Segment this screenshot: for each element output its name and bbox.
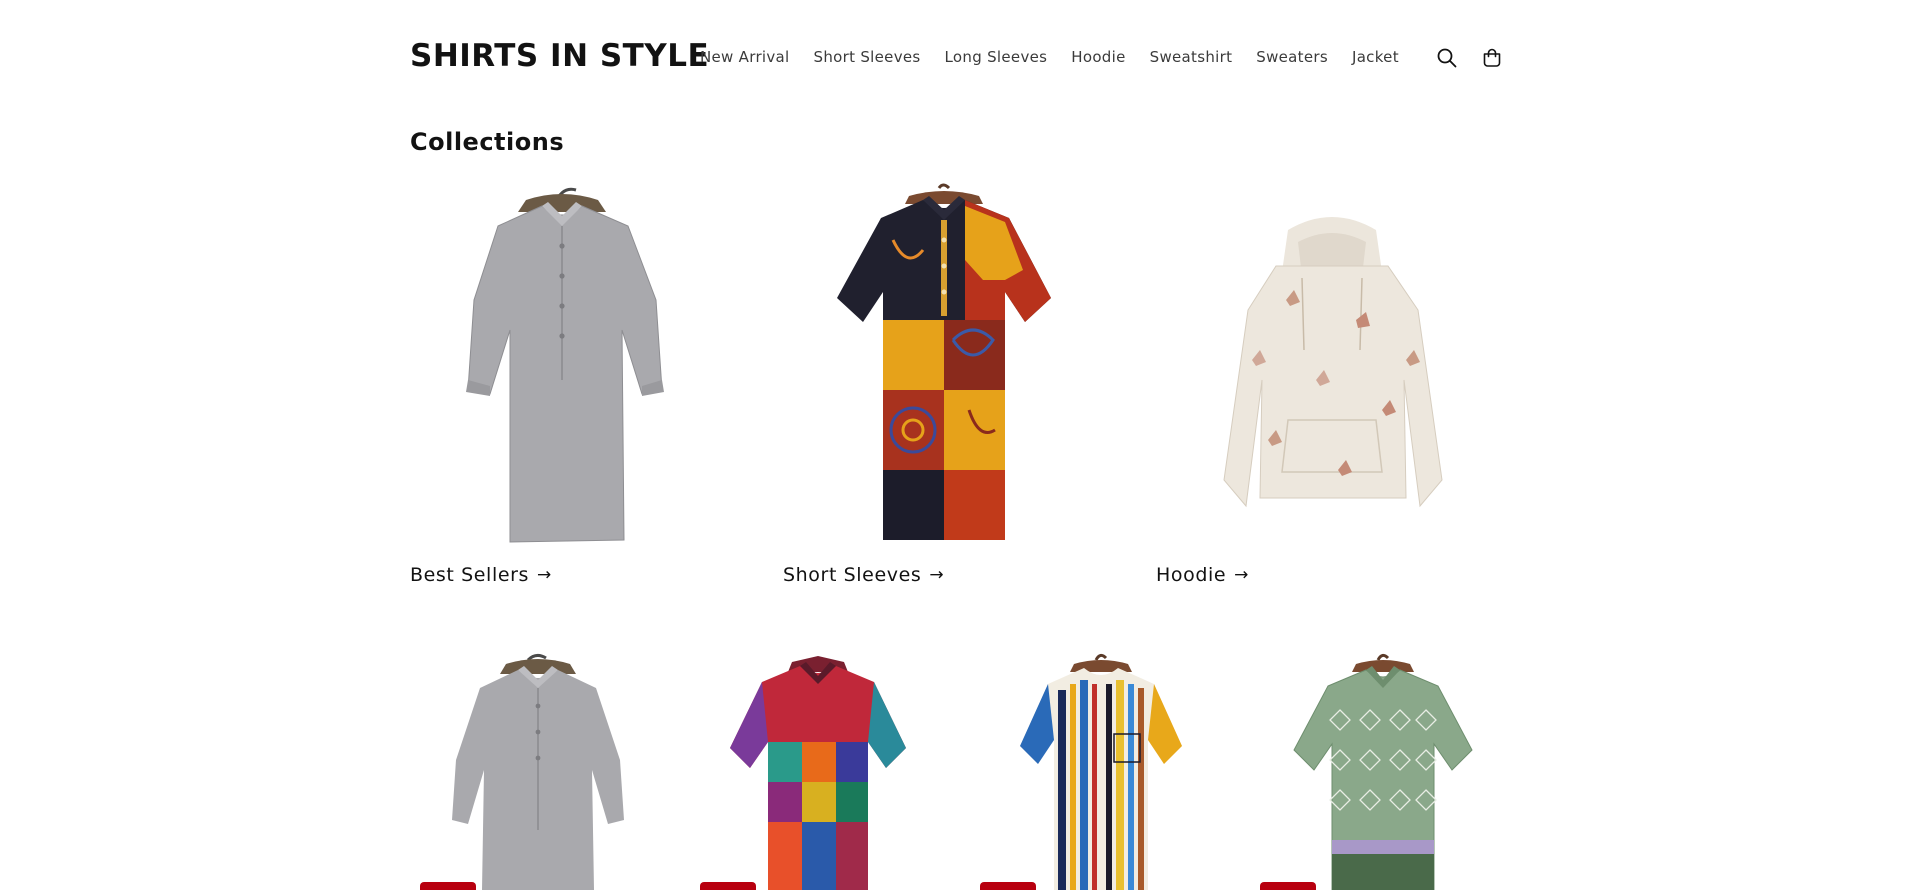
collection-image-hoodie[interactable] <box>1156 180 1508 548</box>
sale-badge <box>980 882 1036 890</box>
product-card[interactable] <box>690 650 952 890</box>
search-button[interactable] <box>1431 42 1463 74</box>
nav-item-long-sleeves[interactable]: Long Sleeves <box>933 48 1060 66</box>
arrow-right-icon: → <box>929 565 945 585</box>
search-icon <box>1437 48 1457 68</box>
collections-title: Collections <box>410 128 565 156</box>
product-image <box>452 653 624 890</box>
collection-label: Hoodie <box>1156 564 1227 586</box>
nav-item-sweatshirt[interactable]: Sweatshirt <box>1138 48 1245 66</box>
product-image <box>1293 653 1473 890</box>
nav-item-sweaters[interactable]: Sweaters <box>1244 48 1340 66</box>
collection-card-hoodie[interactable]: Hoodie → <box>1156 180 1508 586</box>
main-nav: New Arrival Short Sleeves Long Sleeves H… <box>688 48 1411 66</box>
sale-badge <box>700 882 756 890</box>
product-card[interactable] <box>410 650 672 890</box>
product-image <box>730 656 906 890</box>
collection-link-short-sleeves[interactable]: Short Sleeves → <box>783 564 1135 586</box>
collection-label: Short Sleeves <box>783 564 922 586</box>
cart-icon <box>1483 48 1501 67</box>
collection-link-hoodie[interactable]: Hoodie → <box>1156 564 1508 586</box>
nav-item-new-arrival[interactable]: New Arrival <box>688 48 802 66</box>
nav-item-hoodie[interactable]: Hoodie <box>1059 48 1137 66</box>
collection-image-best-sellers[interactable] <box>410 180 762 548</box>
collection-label: Best Sellers <box>410 564 530 586</box>
site-logo[interactable]: SHIRTS IN STYLE <box>410 38 709 74</box>
cart-button[interactable] <box>1476 42 1508 74</box>
sale-badge <box>1260 882 1316 890</box>
nav-item-short-sleeves[interactable]: Short Sleeves <box>802 48 933 66</box>
collection-card-best-sellers[interactable]: Best Sellers → <box>410 180 762 586</box>
product-image <box>1020 653 1182 890</box>
sale-badge <box>420 882 476 890</box>
collection-link-best-sellers[interactable]: Best Sellers → <box>410 564 762 586</box>
nav-item-jacket[interactable]: Jacket <box>1340 48 1411 66</box>
site-header: SHIRTS IN STYLE New Arrival Short Sleeve… <box>0 0 1920 116</box>
arrow-right-icon: → <box>537 565 552 585</box>
collection-card-short-sleeves[interactable]: Short Sleeves → <box>783 180 1135 586</box>
arrow-right-icon: → <box>1234 565 1250 585</box>
product-card[interactable] <box>1250 650 1512 890</box>
collection-image-short-sleeves[interactable] <box>783 180 1135 548</box>
product-card[interactable] <box>970 650 1232 890</box>
